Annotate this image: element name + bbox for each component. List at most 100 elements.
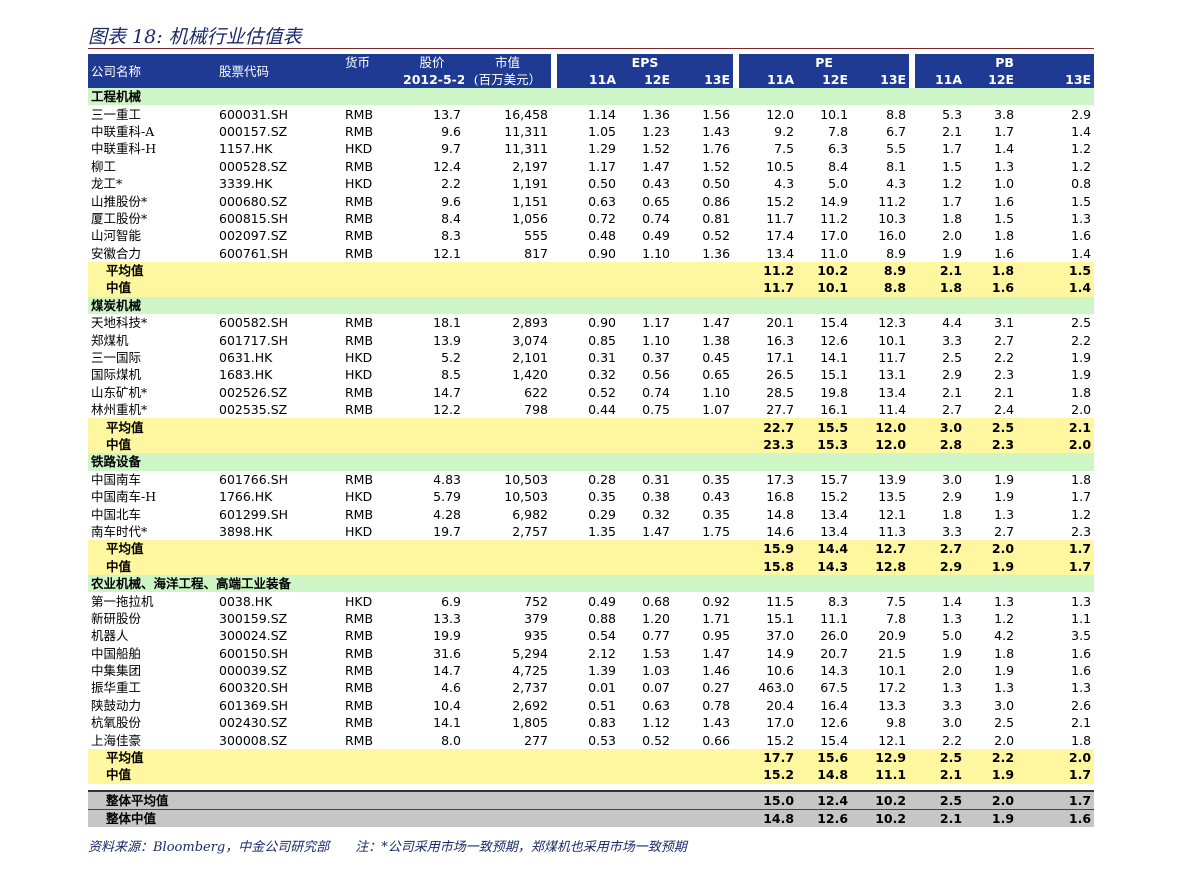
eps-value: 0.75 xyxy=(642,402,670,418)
pe-value: 12.7 xyxy=(851,540,910,558)
table-row: 振华重工 600320.SH RMB 4.6 2,737 0.01 0.07 0.27 463.… xyxy=(88,679,1094,697)
header-code: 股票代码 xyxy=(216,54,342,88)
eps-value: 0.32 xyxy=(588,367,616,383)
blank-cell xyxy=(673,789,734,810)
pe-value: 5.5 xyxy=(886,141,907,157)
section-header-row: 煤炭机械 xyxy=(88,296,1095,315)
stock-code: 1683.HK xyxy=(219,367,273,383)
pe-value: 15.4 xyxy=(820,315,849,331)
pb-value: 4.4 xyxy=(942,315,963,331)
table-row: 陕鼓动力 601369.SH RMB 10.4 2,692 0.51 0.63 0.78 20.… xyxy=(88,696,1094,715)
company-name: 机器人 xyxy=(91,628,129,644)
pb-value: 2.0 xyxy=(965,789,1018,810)
stock-code: 002430.SZ xyxy=(219,715,288,731)
pb-value: 1.8 xyxy=(1071,384,1092,400)
blank-cell xyxy=(915,453,1095,471)
blank-cell xyxy=(915,88,1095,106)
pe-value: 13.4 xyxy=(766,245,795,261)
blank-cell xyxy=(739,453,910,471)
blank-cell xyxy=(342,766,400,784)
currency: HKD xyxy=(345,593,373,609)
blank-cell xyxy=(464,748,551,767)
pe-value: 13.3 xyxy=(878,697,907,713)
pe-value: 5.0 xyxy=(828,176,849,192)
pb-value: 1.5 xyxy=(994,210,1015,226)
pe-value: 10.2 xyxy=(797,261,852,280)
source-note: 资料来源：Bloomberg，中金公司研究部 xyxy=(88,840,330,855)
eps-value: 1.71 xyxy=(702,610,731,626)
share-price: 12.1 xyxy=(433,245,461,261)
eps-value: 0.31 xyxy=(588,350,616,366)
pe-value: 10.3 xyxy=(878,210,907,226)
eps-value: 1.39 xyxy=(588,663,616,679)
table-row: 三一国际 0631.HK HKD 5.2 2,101 0.31 0.37 0.45 17.1 14… xyxy=(88,348,1094,367)
pb-value: 1.5 xyxy=(1017,261,1095,280)
pb-value: 1.3 xyxy=(994,158,1015,174)
pb-value: 2.1 xyxy=(1017,418,1095,436)
pb-value: 2.1 xyxy=(942,384,963,400)
table-row: 安徽合力 600761.SH RMB 12.1 817 0.90 1.10 1.36 13.4 1… xyxy=(88,244,1094,262)
median-row: 中值 15.2 14.8 11.1 2.1 1.9 1.7 xyxy=(88,766,1095,784)
share-price: 13.7 xyxy=(433,106,461,122)
market-cap: 2,101 xyxy=(512,350,548,366)
eps-value: 1.10 xyxy=(642,332,670,348)
pb-value: 2.7 xyxy=(942,402,963,418)
pe-value: 13.4 xyxy=(820,506,849,522)
header-year: 12E xyxy=(619,71,673,88)
blank-cell xyxy=(673,279,734,297)
pb-value: 1.7 xyxy=(942,193,963,209)
pb-value: 3.8 xyxy=(994,106,1015,122)
share-price: 4.6 xyxy=(441,680,461,696)
blank-cell xyxy=(342,748,400,767)
pb-value: 1.6 xyxy=(1071,228,1092,244)
stock-code: 000680.SZ xyxy=(219,193,288,209)
stock-code: 600815.SH xyxy=(219,210,289,226)
market-cap: 2,737 xyxy=(512,680,548,696)
pb-value: 1.7 xyxy=(1017,540,1095,558)
stock-code: 3339.HK xyxy=(219,176,273,192)
share-price: 9.6 xyxy=(441,193,461,209)
market-cap: 4,725 xyxy=(512,663,548,679)
pb-value: 1.9 xyxy=(942,245,963,261)
pe-value: 20.1 xyxy=(766,315,795,331)
blank-cell xyxy=(557,435,619,454)
table-row: 厦工股份* 600815.SH RMB 8.4 1,056 0.72 0.74 0.81 11.… xyxy=(88,209,1094,228)
pe-value: 14.8 xyxy=(766,506,795,522)
market-cap: 3,074 xyxy=(512,332,548,348)
pe-value: 13.4 xyxy=(820,523,849,539)
blank-cell xyxy=(557,296,734,315)
pe-value: 19.8 xyxy=(820,384,849,400)
company-name: 龙工* xyxy=(91,176,123,192)
pb-value: 2.9 xyxy=(1071,106,1092,122)
pb-value: 1.3 xyxy=(942,680,963,696)
pe-value: 15.6 xyxy=(797,748,852,767)
table-row: 龙工* 3339.HK HKD 2.2 1,191 0.50 0.43 0.50 4.3 5.0 4… xyxy=(88,174,1094,193)
company-name: 南车时代* xyxy=(91,523,148,539)
pe-value: 11.2 xyxy=(878,193,907,209)
eps-value: 1.53 xyxy=(642,645,670,661)
pe-value: 8.1 xyxy=(886,158,907,174)
average-row-label: 平均值 xyxy=(88,418,216,436)
pb-value: 2.7 xyxy=(994,523,1015,539)
share-price: 13.9 xyxy=(433,332,461,348)
pb-value: 2.6 xyxy=(1071,697,1092,713)
blank-cell xyxy=(557,453,734,471)
pe-value: 11.5 xyxy=(766,593,795,609)
market-cap: 6,982 xyxy=(512,506,548,522)
pe-value: 10.2 xyxy=(851,789,910,810)
pe-value: 15.4 xyxy=(820,732,849,748)
eps-value: 1.47 xyxy=(702,645,731,661)
eps-value: 0.90 xyxy=(588,315,616,331)
blank-cell xyxy=(216,261,342,280)
pb-value: 1.7 xyxy=(1017,557,1095,575)
eps-value: 1.43 xyxy=(702,123,731,139)
pb-value: 1.4 xyxy=(1071,245,1092,261)
pb-value: 1.3 xyxy=(1071,593,1092,609)
stock-code: 002526.SZ xyxy=(219,384,288,400)
blank-cell xyxy=(619,809,673,828)
header-pe: PE xyxy=(739,54,910,71)
blank-cell xyxy=(400,809,464,828)
pe-value: 13.9 xyxy=(878,471,907,487)
market-cap: 1,056 xyxy=(512,210,548,226)
pb-value: 1.7 xyxy=(1017,766,1095,784)
